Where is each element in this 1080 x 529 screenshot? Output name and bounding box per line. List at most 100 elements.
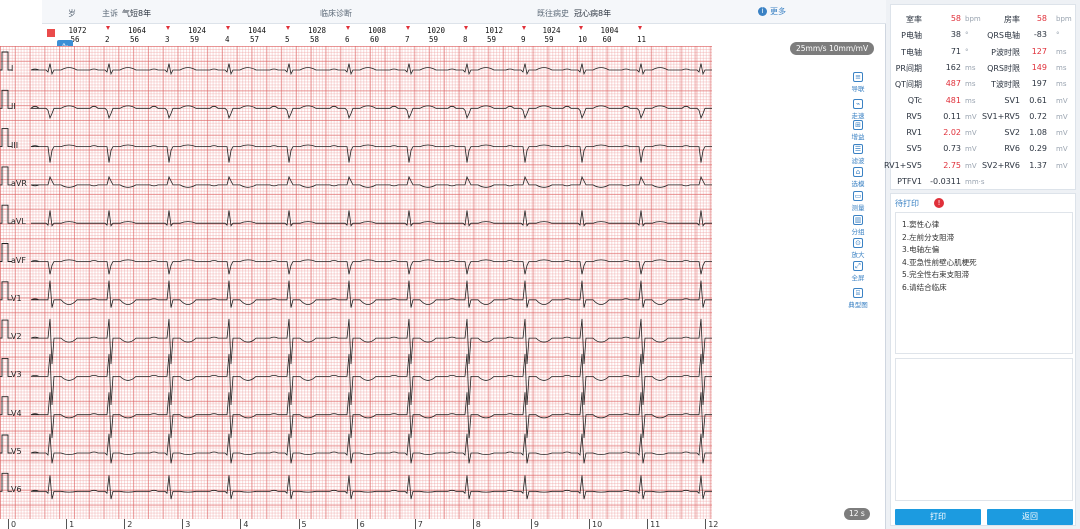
beat-number: 11 <box>637 35 647 44</box>
time-axis-tick <box>66 519 68 529</box>
toolbar-button-9[interactable]: ⌸ 典型图 <box>847 288 869 310</box>
lead-label-v3[interactable]: V3 <box>11 370 22 379</box>
notes-text-area[interactable] <box>895 358 1073 501</box>
measurement-name: SV1 <box>1004 95 1020 105</box>
lead-label-avl[interactable]: aVL <box>11 217 26 226</box>
ecg-trace-v3[interactable] <box>30 353 712 406</box>
heart-rate-value: 59 <box>544 35 554 44</box>
more-button[interactable]: i 更多 <box>758 6 786 17</box>
measurement-name: SV1+RV5 <box>981 111 1020 121</box>
diagnosis-line: 6.请结合临床 <box>902 282 947 292</box>
toolbar-button-6[interactable]: ▥ 分组 <box>847 215 869 237</box>
measurement-value: 58 <box>950 14 961 23</box>
ecg-trace-i[interactable] <box>30 63 712 76</box>
info-icon: i <box>758 7 767 16</box>
diagnosis-line: 2.左前分支阻滞 <box>902 232 955 242</box>
toolbar-button-8[interactable]: ⤢ 全屏 <box>847 261 869 283</box>
lead-label-i[interactable]: I <box>11 64 13 73</box>
lead-label-avf[interactable]: aVF <box>11 256 26 265</box>
measurement-row: QT间期 487 ms T波时限 197 ms <box>891 76 1077 92</box>
measurement-name: T电轴 <box>901 47 922 57</box>
measurement-name: P电轴 <box>901 31 922 41</box>
rr-interval: 1008 <box>368 26 387 35</box>
time-axis-tick <box>182 519 184 529</box>
beat-number: 4 <box>225 35 230 44</box>
patient-info-bar: 岁 主诉 气短8年 临床诊断 既往病史 冠心病8年 i 更多 <box>0 0 886 24</box>
lead-label-iii[interactable]: III <box>11 141 18 150</box>
diagnosis-text-area[interactable]: 1.窦性心律 2.左前分支阻滞 3.电轴左偏 4.亚急性前壁心肌梗死 5.完全性右束支阻… <box>895 212 1073 354</box>
measurement-name: SV2+RV6 <box>981 160 1020 170</box>
ecg-trace-avr[interactable] <box>30 175 712 188</box>
diagnosis-line: 4.亚急性前壁心肌梗死 <box>902 257 977 267</box>
ecg-trace-v1[interactable] <box>30 280 712 308</box>
time-axis-tick <box>472 519 474 529</box>
measurement-name: P波时限 <box>991 47 1020 57</box>
measurement-value: 71 <box>950 46 961 56</box>
measurement-row: 室率 58 bpm 房率 58 bpm <box>891 11 1077 27</box>
measurement-name: SV2 <box>1004 128 1020 138</box>
alert-icon[interactable]: ! <box>934 198 944 208</box>
ecg-trace-v2[interactable] <box>30 318 712 365</box>
measurement-value: 2.02 <box>943 128 961 138</box>
ecg-trace-ii[interactable] <box>30 105 712 120</box>
measurement-name: T波时限 <box>991 80 1020 90</box>
ecg-trace-iii[interactable] <box>30 144 712 163</box>
measurement-unit: ms <box>1056 80 1067 89</box>
fullscreen-icon: ⤢ <box>853 261 863 271</box>
ecg-trace-avf[interactable] <box>30 259 712 275</box>
heart-rate-value: 56 <box>130 35 140 44</box>
measurement-unit: mV <box>1056 129 1068 138</box>
measurement-value: 487 <box>945 79 961 89</box>
time-axis-tick <box>414 519 416 529</box>
toolbar-button-5[interactable]: ▭ 测量 <box>847 191 869 213</box>
measurement-name: 房率 <box>1004 15 1020 24</box>
lead-label-v6[interactable]: V6 <box>11 485 22 494</box>
time-axis-tick <box>530 519 532 529</box>
measurement-value: -83 <box>1033 30 1047 40</box>
lead-label-v5[interactable]: V5 <box>11 447 22 456</box>
toolbar-label: 典型图 <box>848 301 868 309</box>
ecg-trace-v6[interactable] <box>30 475 712 500</box>
beat-number: 6 <box>345 35 350 44</box>
lead-label-v4[interactable]: V4 <box>11 409 22 418</box>
heart-rate-value: 60 <box>602 35 612 44</box>
time-axis: 0 1 2 3 4 5 6 7 8 9 10 11 12 <box>0 519 718 529</box>
measurement-name: RV1 <box>906 128 922 138</box>
time-axis-label: 2 <box>127 520 133 529</box>
measurement-row: RV1+SV5 2.75 mV SV2+RV6 1.37 mV <box>884 158 1077 174</box>
rr-interval: 1020 <box>427 26 446 35</box>
ecg-trace-avl[interactable] <box>31 210 712 227</box>
beat-marker <box>522 26 526 30</box>
ecg-trace-v5[interactable] <box>30 433 712 464</box>
measurement-row: QTc 481 ms SV1 0.61 mV <box>891 93 1077 109</box>
rr-interval: 1044 <box>248 26 267 35</box>
lead-label-avr[interactable]: aVR <box>11 179 27 188</box>
time-axis-label: 5 <box>301 520 307 529</box>
toolbar-button-7[interactable]: ⊙ 放大 <box>847 238 869 260</box>
time-axis-label: 3 <box>185 520 191 529</box>
rr-interval: 1012 <box>485 26 504 35</box>
back-button[interactable]: 返回 <box>987 509 1073 525</box>
measurement-unit: mV <box>1056 145 1068 154</box>
print-button[interactable]: 打印 <box>895 509 981 525</box>
heart-rate-value: 59 <box>429 35 439 44</box>
measurement-unit: ms <box>1056 63 1067 72</box>
measurement-name: PTFV1 <box>897 177 922 186</box>
ecg-trace-v4[interactable] <box>30 392 712 439</box>
measurement-unit: ms <box>1056 47 1067 56</box>
time-axis-label: 10 <box>592 520 603 529</box>
measurement-value: 0.29 <box>1029 144 1047 154</box>
time-axis-tick <box>240 519 242 529</box>
lead-label-v2[interactable]: V2 <box>11 332 22 341</box>
measurement-unit: bpm <box>1056 15 1072 23</box>
measurement-row: P电轴 38 ° QRS电轴 -83 ° <box>891 27 1077 43</box>
report-panel: 待打印 ! 1.窦性心律 2.左前分支阻滞 3.电轴左偏 4.亚急性前壁心肌梗死 5.完… <box>890 193 1076 526</box>
lead-label-v1[interactable]: V1 <box>11 294 22 303</box>
measurement-row: PTFV1 -0.0311 mm·s <box>891 174 1077 190</box>
lead-label-ii[interactable]: II <box>11 102 16 111</box>
duration-indicator: 12 s <box>844 508 870 520</box>
time-axis-label: 9 <box>533 520 539 529</box>
history-label: 既往病史 <box>537 9 569 18</box>
heart-rate-value: 59 <box>487 35 497 44</box>
time-axis-tick <box>8 519 9 529</box>
